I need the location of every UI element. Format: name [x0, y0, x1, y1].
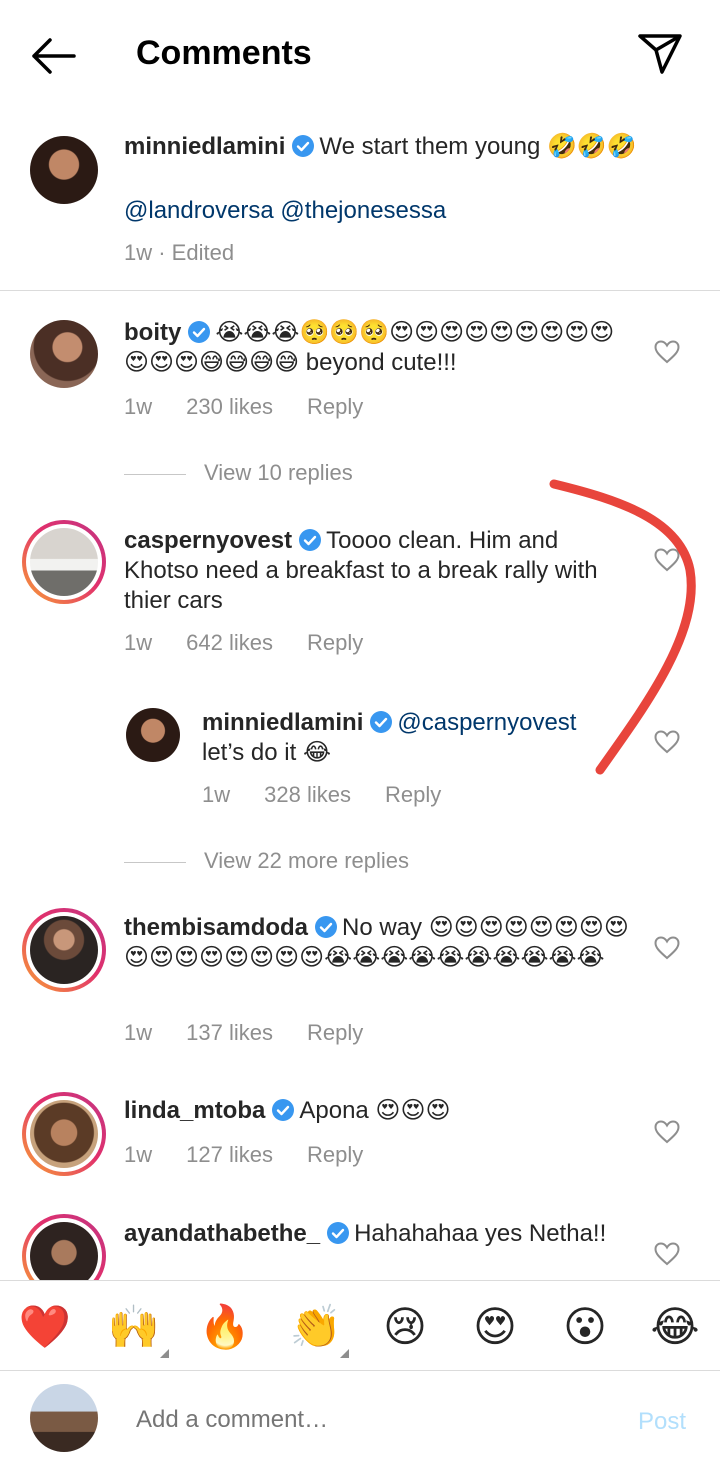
comment-username[interactable]: ayandathabethe_ — [124, 1220, 320, 1247]
comment-meta: 1w 328 likes Reply — [202, 782, 475, 808]
divider — [124, 861, 186, 863]
caption-mentions[interactable]: @landroversa @thejonesessa — [124, 196, 446, 226]
reply-button[interactable]: Reply — [307, 630, 363, 655]
divider — [124, 473, 186, 475]
verified-badge-icon — [292, 135, 315, 157]
comment-text: ayandathabethe_ Hahahahaa yes Netha!! — [124, 1219, 614, 1249]
current-user-avatar[interactable] — [30, 1384, 98, 1452]
comment-body: let’s do it 😂 — [202, 739, 331, 766]
avatar[interactable] — [22, 1092, 106, 1176]
comment-meta: 1w 230 likes Reply — [124, 394, 397, 420]
comment-time: 1w — [124, 1020, 153, 1045]
skin-tone-indicator-icon — [340, 1349, 349, 1358]
caption-username[interactable]: minniedlamini — [124, 133, 285, 160]
view-replies-label: View 10 replies — [204, 460, 353, 485]
heart-icon[interactable] — [654, 1242, 680, 1266]
emoji-surprised-button[interactable]: 😮 — [557, 1303, 613, 1351]
comment-input[interactable] — [136, 1406, 576, 1434]
likes-count[interactable]: 328 likes — [264, 782, 351, 807]
verified-badge-icon — [315, 916, 338, 938]
view-replies-label: View 22 more replies — [204, 848, 410, 873]
caption-text: minniedlamini We start them young 🤣🤣🤣 — [124, 132, 664, 162]
comment-clip: ayandathabethe_ Hahahahaa yes Netha!! — [0, 1200, 720, 1280]
skin-tone-indicator-icon — [160, 1349, 169, 1358]
reply-button[interactable]: Reply — [307, 1142, 363, 1167]
comment-username[interactable]: linda_mtoba — [124, 1097, 265, 1124]
verified-badge-icon — [370, 711, 393, 733]
view-replies-button[interactable]: View 22 more replies — [124, 848, 409, 874]
verified-badge-icon — [188, 321, 211, 343]
comment-time: 1w — [124, 394, 153, 419]
emoji-heart-button[interactable]: ❤️ — [17, 1303, 73, 1351]
page-title: Comments — [136, 34, 312, 72]
reply-button[interactable]: Reply — [307, 394, 363, 419]
emoji-laughing-button[interactable]: 😂 — [647, 1303, 703, 1351]
verified-badge-icon — [327, 1222, 350, 1244]
avatar-photo — [30, 916, 98, 984]
comment-username[interactable]: caspernyovest — [124, 527, 292, 554]
view-replies-button[interactable]: View 10 replies — [124, 460, 353, 486]
avatar-photo — [30, 528, 98, 596]
likes-count[interactable]: 127 likes — [186, 1142, 273, 1167]
emoji-raising-hands-button[interactable]: 🙌 — [106, 1303, 162, 1351]
emoji-crying-button[interactable]: 😢 — [377, 1303, 433, 1351]
verified-badge-icon — [299, 529, 322, 551]
avatar[interactable] — [22, 1214, 106, 1280]
emoji-clapping-button[interactable]: 👏 — [288, 1303, 344, 1351]
likes-count[interactable]: 230 likes — [186, 394, 273, 419]
comment-body: Apona 😍😍😍 — [299, 1097, 451, 1124]
post-button[interactable]: Post — [638, 1408, 686, 1436]
divider — [0, 290, 720, 291]
comment-time: 1w — [124, 1142, 153, 1167]
likes-count[interactable]: 642 likes — [186, 630, 273, 655]
reply-button[interactable]: Reply — [385, 782, 441, 807]
emoji-heart-eyes-button[interactable]: 😍 — [467, 1303, 523, 1351]
comment-username[interactable]: boity — [124, 319, 181, 346]
send-icon[interactable] — [636, 30, 684, 76]
caption-body: We start them young 🤣🤣🤣 — [319, 133, 637, 160]
avatar[interactable] — [22, 908, 106, 992]
comment-body: Hahahahaa yes Netha!! — [354, 1220, 607, 1247]
comment-text: boity 😭😭😭🥺🥺🥺😍😍😍😍😍😍😍😍😍😍😍😍😅😅😅😅 beyond cute!… — [124, 318, 624, 378]
comment-meta: 1w 642 likes Reply — [124, 630, 397, 656]
annotation-stroke — [549, 479, 696, 775]
comment-meta: 1w 137 likes Reply — [124, 1020, 397, 1046]
avatar[interactable] — [30, 136, 98, 204]
comment-time: 1w — [124, 630, 153, 655]
caption-meta: 1w · Edited — [124, 240, 235, 265]
avatar[interactable] — [126, 708, 180, 762]
comment-time: 1w — [202, 782, 231, 807]
verified-badge-icon — [272, 1099, 295, 1121]
back-arrow-icon[interactable] — [28, 34, 78, 78]
reply-button[interactable]: Reply — [307, 1020, 363, 1045]
heart-icon[interactable] — [654, 936, 680, 960]
emoji-bar: ❤️ 🙌 🔥 👏 😢 😍 😮 😂 — [0, 1280, 720, 1371]
avatar[interactable] — [22, 520, 106, 604]
comment-username[interactable]: thembisamdoda — [124, 914, 308, 941]
comment-text: thembisamdoda No way 😍😍😍😍😍😍😍😍😍😍😍😍😍😍😍😍😭😭😭😭… — [124, 913, 634, 973]
heart-icon[interactable] — [654, 340, 680, 364]
comment-meta: 1w 127 likes Reply — [124, 1142, 397, 1168]
comment-text: linda_mtoba Apona 😍😍😍 — [124, 1096, 624, 1126]
emoji-fire-button[interactable]: 🔥 — [197, 1303, 253, 1351]
avatar[interactable] — [30, 320, 98, 388]
avatar-photo — [30, 1100, 98, 1168]
heart-icon[interactable] — [654, 1120, 680, 1144]
comment-username[interactable]: minniedlamini — [202, 709, 363, 736]
likes-count[interactable]: 137 likes — [186, 1020, 273, 1045]
